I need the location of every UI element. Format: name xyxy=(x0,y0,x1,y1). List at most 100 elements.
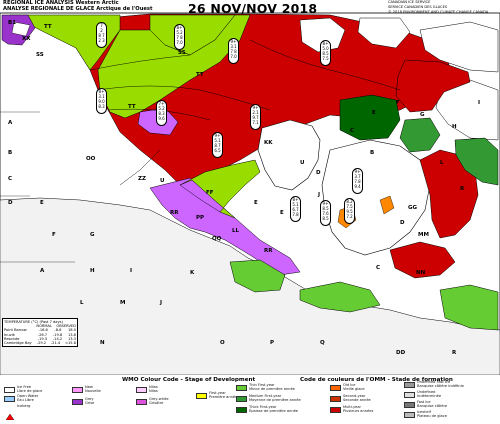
region-code: NN xyxy=(416,270,426,276)
region-letter: C xyxy=(376,265,381,271)
region-letter: M xyxy=(120,300,126,306)
credit-line-1: CANADIAN ICE SERVICE xyxy=(388,0,431,4)
region-letter: E xyxy=(40,200,44,206)
legend-item: Thin First-year Mince de première année xyxy=(236,383,295,392)
region-letter: D xyxy=(316,170,321,176)
legend-swatch xyxy=(72,398,83,405)
region-letter: I xyxy=(478,100,481,106)
legend-swatch xyxy=(196,392,207,399)
egg-code: 9+ 3.7 7.8 9.4 xyxy=(352,168,363,194)
egg-code: 9+ 3.1 7 8 7.0 xyxy=(228,38,239,64)
legend-item: New Nouvelle xyxy=(72,385,101,394)
egg-code: 9+ 2.1 9.7 7.1 xyxy=(250,104,261,130)
legend-swatch xyxy=(330,395,341,402)
region-code: RR xyxy=(264,248,273,254)
legend-item: Multi-year Plusieurs années xyxy=(330,405,373,414)
region-letter: U xyxy=(160,178,165,184)
region-code: ZZ xyxy=(138,176,146,182)
legend-item: Medium First-year Moyenne de première ann… xyxy=(236,394,301,403)
map-date: 26 NOV/NOV 2018 xyxy=(188,1,318,16)
region-letter: G xyxy=(90,232,95,238)
region-code: TT xyxy=(196,72,204,78)
region-letter: D xyxy=(8,200,13,206)
region-letter: Q xyxy=(320,340,325,346)
region-letter: E xyxy=(280,210,284,216)
legend-swatch xyxy=(236,395,247,402)
region-letter: L xyxy=(80,300,84,306)
legend-swatch xyxy=(236,384,247,391)
region-code: TT xyxy=(128,104,136,110)
credit-line-2: SERVICE CANADIEN DES GLACES xyxy=(388,5,448,9)
region-letter: A xyxy=(40,268,45,274)
region-code: SS xyxy=(36,52,44,58)
region-letter: F xyxy=(52,232,56,238)
legend-item: Old Ice Vieille glace xyxy=(330,383,365,392)
region-letter: C xyxy=(350,128,355,134)
ice-chart-map xyxy=(0,0,500,421)
legend-item: First-year Première année xyxy=(196,391,237,400)
legend-item: Fast Ice Banquise côtière xyxy=(404,400,447,409)
legend-swatch xyxy=(404,401,415,408)
egg-code: 8+ 5.0 8.5 7.5 xyxy=(320,40,331,66)
temperature-row: Cambridge Bay -29.2 -21.4 <15.8 xyxy=(4,341,76,346)
legend-item: Iceshelf Plateau de glace xyxy=(404,410,447,419)
region-code: KK xyxy=(264,140,273,146)
egg-code: 9+ 5.1 8.7 6.5 xyxy=(212,132,223,158)
region-letter: C xyxy=(8,176,13,182)
region-letter: D xyxy=(400,220,405,226)
legend-item: Nilas Nilas xyxy=(136,385,158,394)
egg-code: 8+ 5.1 6.7 7.8 xyxy=(290,196,301,222)
legend-swatch xyxy=(404,391,415,398)
region-letter: H xyxy=(90,268,95,274)
legend-item: Thick First-year Épaisse de première anné… xyxy=(236,405,298,414)
legend-item: Grey-white Grisâtre xyxy=(136,397,169,406)
region-letter: G xyxy=(420,112,425,118)
region-code: DD xyxy=(396,350,406,356)
legend-item: Open Water Eau Libre xyxy=(4,394,38,403)
iceberg-icon xyxy=(4,404,15,421)
region-letter: U xyxy=(300,160,305,166)
region-code: B1 xyxy=(8,20,17,26)
region-letter: R xyxy=(452,350,457,356)
region-letter: L xyxy=(440,160,444,166)
region-code: XX xyxy=(22,36,31,42)
thick-first-year-region xyxy=(339,94,401,141)
legend-swatch xyxy=(330,406,341,413)
region-letter: J xyxy=(160,300,163,306)
region-code: PP xyxy=(196,215,205,221)
legend-swatch xyxy=(404,381,415,388)
legend-swatch xyxy=(404,411,415,418)
temperature-table: TEMPERATURE (°C) (Past 7 days) NORMAL OBS… xyxy=(2,318,78,348)
region-letter: O xyxy=(220,340,225,346)
region-letter: E xyxy=(254,200,258,206)
egg-code: 7+ 5.2 8.3 9.6 xyxy=(156,100,167,126)
legend-item: Ice Free Libre de glace xyxy=(4,385,42,394)
credit-line-3: © 2018 ENVIRONMENT AND CLIMATE CHANGE CA… xyxy=(388,10,489,14)
region-letter: B xyxy=(370,150,375,156)
legend-item: Grey Grise xyxy=(72,397,94,406)
region-code: GG xyxy=(408,205,418,211)
legend-swatch xyxy=(4,386,15,393)
region-letter: P xyxy=(270,340,275,346)
region-letter: B xyxy=(8,150,13,156)
region-code: LL xyxy=(232,228,240,234)
region-letter: R xyxy=(460,186,465,192)
region-letter: K xyxy=(190,270,195,276)
region-letter: J xyxy=(318,192,321,198)
region-code: SS xyxy=(178,50,186,56)
region-letter: I xyxy=(130,268,133,274)
region-code: QQ xyxy=(212,236,222,242)
region-code: TT xyxy=(44,24,52,30)
legend-swatch xyxy=(4,395,15,402)
egg-code: 8+ 5.2 7 8 7.0 xyxy=(174,24,185,50)
legend-item: Iceberg xyxy=(4,404,30,421)
egg-code: 728 72 3 xyxy=(96,22,107,48)
region-letter: F xyxy=(396,100,400,106)
legend-title-en: WMO Colour Code - Stage of Development xyxy=(122,377,256,383)
region-code: MM xyxy=(418,232,429,238)
legend-swatch xyxy=(136,398,147,405)
egg-code: 9+ 8.5 7.6 8.5 xyxy=(320,200,331,226)
region-code: OO xyxy=(86,156,96,162)
legend-item: Second-year Seconde année xyxy=(330,394,371,403)
region-letter: H xyxy=(452,124,457,130)
